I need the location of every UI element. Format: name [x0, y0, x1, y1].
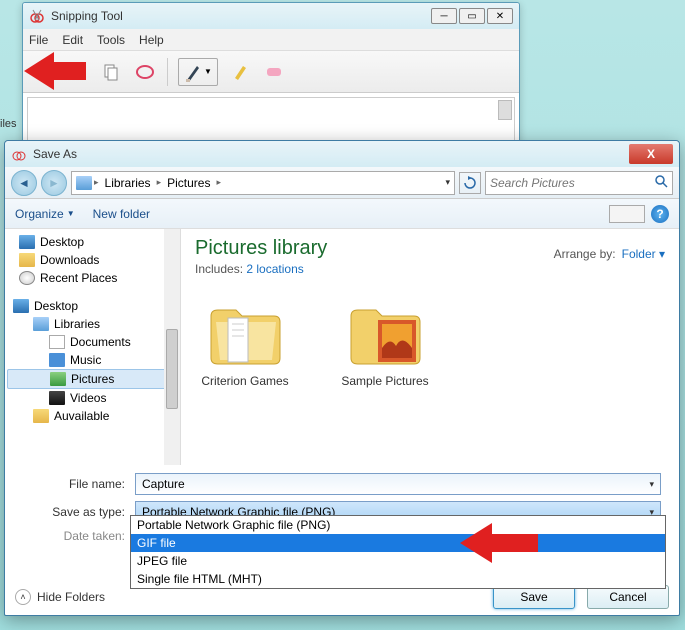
scrollbar-thumb[interactable] [498, 100, 512, 120]
new-folder-button[interactable]: New folder [93, 207, 150, 221]
tree-recent-places[interactable]: Recent Places [7, 269, 178, 287]
folder-label: Sample Pictures [341, 374, 428, 388]
breadcrumb-libraries[interactable]: Libraries [101, 176, 155, 190]
tree-pictures[interactable]: Pictures [7, 369, 178, 389]
type-option-jpeg[interactable]: JPEG file [131, 552, 665, 570]
libraries-icon [33, 317, 49, 331]
menu-help[interactable]: Help [139, 33, 164, 47]
folder-sample-pictures[interactable]: Sample Pictures [335, 298, 435, 388]
close-button[interactable]: ✕ [487, 8, 513, 24]
menu-tools[interactable]: Tools [97, 33, 125, 47]
highlighter-button[interactable] [228, 60, 252, 84]
chevron-right-icon[interactable]: ▸ [94, 177, 99, 188]
folder-icon [346, 298, 424, 368]
filename-input[interactable]: Capture ▾ [135, 473, 661, 495]
snip-toolbar: ▼ [23, 51, 519, 93]
search-box[interactable] [485, 171, 673, 195]
explorer-toolbar: Organize ▼ New folder ? [5, 199, 679, 229]
copy-button[interactable] [99, 60, 123, 84]
type-option-mht[interactable]: Single file HTML (MHT) [131, 570, 665, 588]
tree-desktop[interactable]: Desktop [7, 233, 178, 251]
savetype-dropdown-list: Portable Network Graphic file (PNG) GIF … [130, 515, 666, 589]
filename-label: File name: [23, 477, 135, 491]
menu-file[interactable]: File [29, 33, 48, 47]
nav-bar: ◄ ► ▸ Libraries ▸ Pictures ▸ ▾ [5, 167, 679, 199]
tree-scroll-thumb[interactable] [166, 329, 178, 409]
recent-icon [19, 271, 35, 285]
documents-icon [49, 335, 65, 349]
folder-label: Criterion Games [201, 374, 288, 388]
red-arrow-gif-option [460, 523, 538, 563]
snip-menubar: File Edit Tools Help [23, 29, 519, 51]
breadcrumb-dropdown-icon[interactable]: ▾ [445, 177, 450, 188]
toolbar-separator [167, 58, 168, 86]
pen-dropdown-icon[interactable]: ▼ [204, 67, 212, 76]
libraries-icon [76, 176, 92, 190]
saveas-close-button[interactable]: X [629, 144, 673, 164]
chevron-right-icon[interactable]: ▸ [216, 177, 221, 188]
desktop-icon [19, 235, 35, 249]
tree-downloads[interactable]: Downloads [7, 251, 178, 269]
snip-app-icon [29, 8, 45, 24]
savetype-label: Save as type: [23, 505, 135, 519]
saveas-titlebar[interactable]: Save As X [5, 141, 679, 167]
tree-videos[interactable]: Videos [7, 389, 178, 407]
tree-auvailable[interactable]: Auvailable [7, 407, 178, 425]
search-icon[interactable] [654, 174, 668, 191]
pen-tool-group[interactable]: ▼ [178, 58, 218, 86]
tree-desktop-root[interactable]: Desktop [7, 297, 178, 315]
chevron-down-icon[interactable]: ▾ [649, 479, 654, 490]
refresh-button[interactable] [459, 172, 481, 194]
folder-tree-pane: Desktop Downloads Recent Places Desktop … [5, 229, 181, 465]
nav-back-button[interactable]: ◄ [11, 170, 37, 196]
saveas-title-text: Save As [33, 147, 629, 161]
folder-criterion-games[interactable]: Criterion Games [195, 298, 295, 388]
breadcrumb-pictures[interactable]: Pictures [163, 176, 214, 190]
tree-documents[interactable]: Documents [7, 333, 178, 351]
content-pane: Pictures library Includes: 2 locations A… [181, 229, 679, 465]
chevron-up-icon: ˄ [15, 589, 31, 605]
tree-scrollbar[interactable] [164, 229, 180, 465]
music-icon [49, 353, 65, 367]
chevron-right-icon[interactable]: ▸ [157, 177, 162, 188]
arrange-dropdown[interactable]: Folder ▾ [622, 247, 665, 261]
tree-libraries[interactable]: Libraries [7, 315, 178, 333]
type-option-gif[interactable]: GIF file [131, 534, 665, 552]
red-arrow-save-icon [24, 52, 86, 90]
pictures-icon [50, 372, 66, 386]
background-truncated-text: iles [0, 118, 17, 130]
hide-folders-button[interactable]: ˄ Hide Folders [15, 589, 105, 605]
tree-music[interactable]: Music [7, 351, 178, 369]
nav-forward-button[interactable]: ► [41, 170, 67, 196]
minimize-button[interactable]: ─ [431, 8, 457, 24]
locations-link[interactable]: 2 locations [246, 262, 303, 276]
type-option-png[interactable]: Portable Network Graphic file (PNG) [131, 516, 665, 534]
snip-title-text: Snipping Tool [51, 9, 431, 23]
pen-icon [184, 62, 200, 82]
help-button[interactable]: ? [651, 205, 669, 223]
arrange-label: Arrange by: [554, 247, 616, 261]
send-button[interactable] [133, 60, 157, 84]
library-subtitle: Includes: 2 locations [195, 262, 327, 276]
organize-button[interactable]: Organize ▼ [15, 207, 75, 221]
eraser-button[interactable] [262, 60, 286, 84]
view-mode-button[interactable] [609, 205, 645, 223]
downloads-icon [19, 253, 35, 267]
saveas-app-icon [11, 146, 27, 162]
filename-value: Capture [142, 477, 185, 491]
videos-icon [49, 391, 65, 405]
maximize-button[interactable]: ▭ [459, 8, 485, 24]
snipping-tool-window: Snipping Tool ─ ▭ ✕ File Edit Tools Help… [22, 2, 520, 150]
snip-canvas [27, 97, 515, 145]
datetaken-label: Date taken: [23, 529, 135, 543]
desktop-icon [13, 299, 29, 313]
folder-icon [206, 298, 284, 368]
menu-edit[interactable]: Edit [62, 33, 83, 47]
folder-icon [33, 409, 49, 423]
library-title: Pictures library [195, 237, 327, 260]
snip-titlebar[interactable]: Snipping Tool ─ ▭ ✕ [23, 3, 519, 29]
search-input[interactable] [490, 176, 654, 190]
breadcrumb[interactable]: ▸ Libraries ▸ Pictures ▸ ▾ [71, 171, 455, 195]
